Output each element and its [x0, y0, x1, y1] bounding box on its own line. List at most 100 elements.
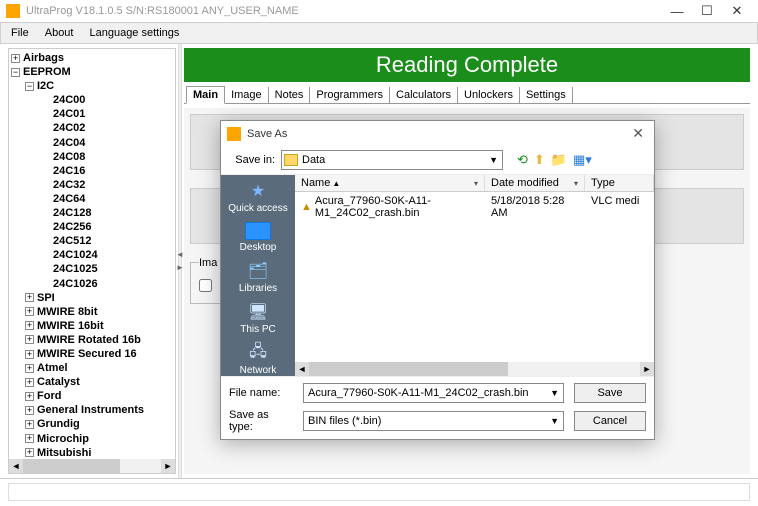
scrollbar-track[interactable]	[23, 459, 161, 473]
tab-notes[interactable]: Notes	[269, 87, 311, 103]
collapse-icon[interactable]: −	[25, 82, 34, 91]
tree-item[interactable]: 24C1024	[53, 249, 98, 261]
tree-i2c[interactable]: I2C	[37, 80, 54, 92]
scroll-right-icon[interactable]: ►	[161, 459, 175, 473]
chevron-down-icon[interactable]: ▼	[550, 388, 559, 398]
tree-item[interactable]: MWIRE 8bit	[37, 306, 98, 318]
chevron-down-icon[interactable]: ▼	[550, 416, 559, 426]
scroll-left-icon[interactable]: ◄	[9, 459, 23, 473]
tree-item[interactable]: Microchip	[37, 433, 89, 445]
scrollbar-thumb[interactable]	[23, 459, 120, 473]
back-icon[interactable]: ⟲	[517, 152, 528, 168]
expand-icon[interactable]: +	[25, 307, 34, 316]
up-icon[interactable]: ⬆	[534, 152, 545, 168]
tree-item[interactable]: Atmel	[37, 362, 68, 374]
close-button[interactable]: ✕	[722, 3, 752, 19]
tree-item[interactable]: 24C01	[53, 108, 85, 120]
place-desktop[interactable]: Desktop	[240, 222, 277, 253]
expand-icon[interactable]: +	[25, 335, 34, 344]
tree-scrollbar-horizontal[interactable]: ◄ ►	[9, 459, 175, 473]
pc-icon: 🖥	[246, 302, 270, 322]
place-this-pc[interactable]: 🖥This PC	[240, 302, 276, 335]
image-checkbox[interactable]	[199, 279, 212, 292]
device-tree[interactable]: +Airbags −EEPROM −I2C 24C00 24C01 24C02 …	[9, 49, 175, 459]
tab-main[interactable]: Main	[186, 86, 225, 104]
menu-language-settings[interactable]: Language settings	[81, 25, 187, 41]
tab-settings[interactable]: Settings	[520, 87, 573, 103]
expand-icon[interactable]: +	[25, 392, 34, 401]
tab-calculators[interactable]: Calculators	[390, 87, 458, 103]
dialog-close-button[interactable]: ✕	[628, 125, 648, 142]
save-in-dropdown[interactable]: Data ▼	[281, 150, 503, 170]
expand-icon[interactable]: +	[25, 364, 34, 373]
place-network[interactable]: 🖧Network	[240, 343, 277, 376]
tree-eeprom[interactable]: EEPROM	[23, 66, 71, 78]
scroll-left-icon[interactable]: ◄	[295, 362, 309, 376]
tree-item[interactable]: Mitsubishi	[37, 447, 91, 459]
tab-programmers[interactable]: Programmers	[310, 87, 390, 103]
expand-icon[interactable]: +	[25, 350, 34, 359]
tab-image[interactable]: Image	[225, 87, 269, 103]
tree-item[interactable]: 24C512	[53, 235, 92, 247]
expand-icon[interactable]: +	[25, 406, 34, 415]
tree-item[interactable]: 24C256	[53, 221, 92, 233]
tree-item[interactable]: 24C00	[53, 94, 85, 106]
chevron-down-icon[interactable]: ▾	[474, 179, 478, 188]
network-icon: 🖧	[246, 343, 270, 363]
tree-item[interactable]: Grundig	[37, 419, 80, 431]
col-name[interactable]: Name ▲▾	[295, 175, 485, 191]
tree-item[interactable]: 24C1026	[53, 278, 98, 290]
cancel-button[interactable]: Cancel	[574, 411, 646, 431]
tab-unlockers[interactable]: Unlockers	[458, 87, 520, 103]
scroll-right-icon[interactable]: ►	[640, 362, 654, 376]
tree-item[interactable]: Ford	[37, 390, 61, 402]
new-folder-icon[interactable]: 📁	[551, 152, 567, 168]
maximize-button[interactable]: ☐	[692, 3, 722, 19]
save-as-dialog: Save As ✕ Save in: Data ▼ ⟲ ⬆ 📁 ▦▾ ★Quic…	[220, 120, 655, 440]
expand-icon[interactable]: +	[25, 420, 34, 429]
file-row[interactable]: ▲Acura_77960-S0K-A11-M1_24C02_crash.bin …	[295, 192, 654, 222]
tree-item[interactable]: Catalyst	[37, 376, 80, 388]
expand-icon[interactable]: +	[25, 448, 34, 457]
col-date[interactable]: Date modified▾	[485, 175, 585, 191]
tree-item[interactable]: 24C1025	[53, 264, 98, 276]
collapse-icon[interactable]: −	[11, 68, 20, 77]
save-in-row: Save in: Data ▼ ⟲ ⬆ 📁 ▦▾	[221, 146, 654, 174]
file-list-scrollbar[interactable]: ◄ ►	[295, 362, 654, 376]
vertical-splitter[interactable]: ◄ ►	[178, 44, 182, 478]
filename-input[interactable]: Acura_77960-S0K-A11-M1_24C02_crash.bin▼	[303, 383, 564, 403]
tree-item[interactable]: 24C08	[53, 151, 85, 163]
tree-item[interactable]: MWIRE Rotated 16b	[37, 334, 141, 346]
menu-bar: File About Language settings	[0, 22, 758, 44]
tree-item[interactable]: 24C04	[53, 137, 85, 149]
tree-item[interactable]: 24C02	[53, 123, 85, 135]
menu-about[interactable]: About	[37, 25, 82, 41]
tree-item[interactable]: 24C64	[53, 193, 85, 205]
save-button[interactable]: Save	[574, 383, 646, 403]
chevron-down-icon[interactable]: ▾	[574, 179, 578, 188]
minimize-button[interactable]: —	[662, 4, 692, 19]
tree-item[interactable]: MWIRE 16bit	[37, 320, 104, 332]
expand-icon[interactable]: +	[25, 321, 34, 330]
expand-icon[interactable]: +	[11, 54, 20, 63]
view-menu-icon[interactable]: ▦▾	[573, 152, 592, 168]
tree-item[interactable]: 24C32	[53, 179, 85, 191]
tree-airbags[interactable]: Airbags	[23, 52, 64, 64]
filetype-dropdown[interactable]: BIN files (*.bin)▼	[303, 411, 564, 431]
scrollbar-thumb[interactable]	[309, 362, 508, 376]
tree-item[interactable]: 24C16	[53, 165, 85, 177]
tree-item[interactable]: SPI	[37, 292, 55, 304]
tree-item[interactable]: MWIRE Secured 16	[37, 348, 137, 360]
menu-file[interactable]: File	[3, 25, 37, 41]
expand-icon[interactable]: +	[25, 434, 34, 443]
expand-icon[interactable]: +	[25, 378, 34, 387]
place-libraries[interactable]: 🗂Libraries	[239, 261, 277, 294]
scrollbar-track[interactable]	[309, 362, 640, 376]
col-type[interactable]: Type	[585, 175, 654, 191]
tree-item[interactable]: General Instruments	[37, 404, 144, 416]
tree-item[interactable]: 24C128	[53, 207, 92, 219]
expand-icon[interactable]: +	[25, 293, 34, 302]
sort-asc-icon: ▲	[332, 179, 340, 188]
place-quick-access[interactable]: ★Quick access	[228, 181, 287, 214]
chevron-down-icon[interactable]: ▼	[487, 155, 500, 165]
